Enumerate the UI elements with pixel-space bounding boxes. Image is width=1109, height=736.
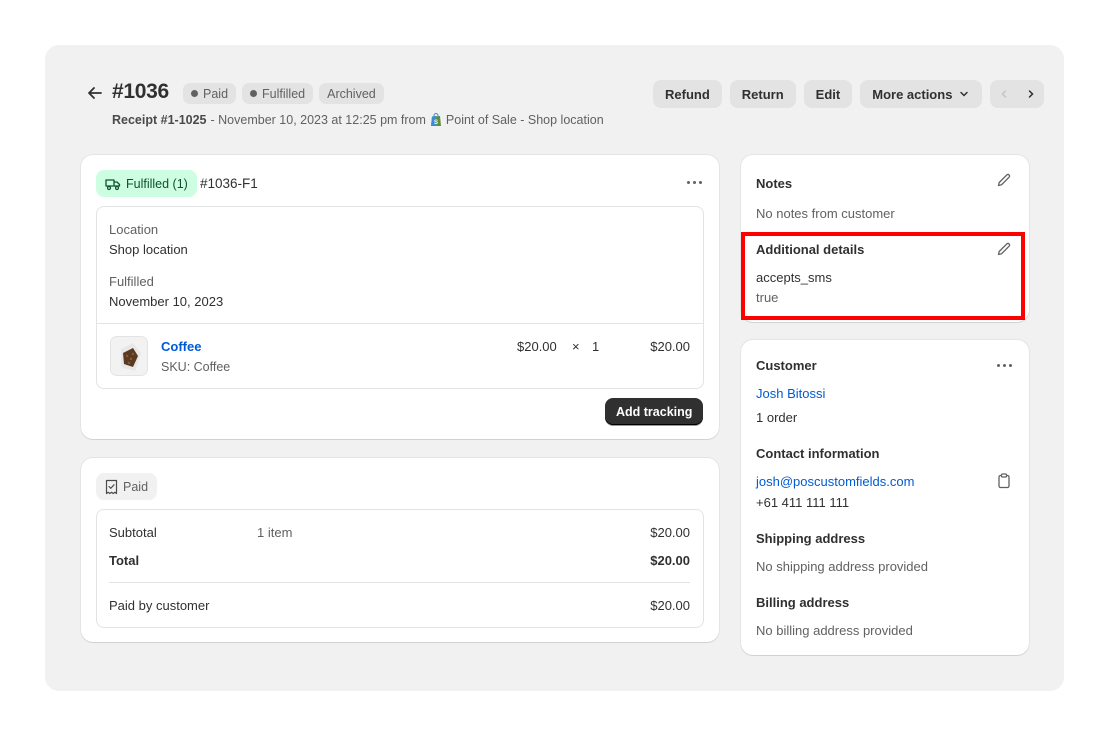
- paid-by-label: Paid by customer: [109, 598, 210, 613]
- subtotal-items: 1 item: [257, 525, 293, 540]
- dot-icon: [996, 363, 1000, 367]
- previous-order-button[interactable]: [990, 80, 1017, 108]
- quantity: 1: [592, 339, 600, 354]
- coffee-bag-image: [111, 337, 147, 375]
- line-total: $20.00: [650, 339, 690, 354]
- order-date: - November 10, 2023 at 12:25 pm from: [210, 113, 426, 127]
- shipping-value: No shipping address provided: [756, 559, 928, 574]
- billing-value: No billing address provided: [756, 623, 913, 638]
- status-badges: Paid Fulfilled Archived: [183, 83, 384, 104]
- pencil-icon: [997, 173, 1011, 187]
- shipping-title: Shipping address: [756, 531, 866, 546]
- refund-button[interactable]: Refund: [653, 80, 722, 108]
- location-value: Shop location: [109, 242, 188, 257]
- fulfillment-id: #1036-F1: [200, 176, 258, 191]
- divider: [97, 323, 703, 324]
- fulfillment-status-badge: Fulfilled: [242, 83, 314, 104]
- more-actions-label: More actions: [872, 86, 953, 102]
- notes-empty: No notes from customer: [756, 206, 895, 221]
- edit-button[interactable]: Edit: [803, 80, 853, 108]
- more-actions-button[interactable]: More actions: [860, 80, 983, 108]
- total-label: Total: [109, 553, 140, 568]
- customer-phone: +61 411 111 111: [756, 495, 850, 510]
- highlight-box: [741, 232, 1025, 320]
- total-value: $20.00: [650, 553, 690, 568]
- subtotal-value: $20.00: [650, 525, 690, 540]
- svg-text:S: S: [434, 120, 438, 126]
- badge-label: Archived: [327, 86, 376, 101]
- fulfilled-date: November 10, 2023: [109, 294, 224, 309]
- paid-status-label: Paid: [123, 479, 149, 494]
- edit-notes-button[interactable]: [995, 171, 1013, 189]
- receipt-check-icon: [105, 479, 118, 494]
- dot-icon: [698, 180, 702, 184]
- copy-email-button[interactable]: [995, 472, 1013, 490]
- dot-icon: [1008, 363, 1012, 367]
- paid-status-pill: Paid: [96, 473, 158, 500]
- sales-channel: Point of Sale - Shop location: [445, 113, 604, 127]
- location-label: Location: [109, 222, 159, 237]
- add-tracking-button[interactable]: Add tracking: [605, 398, 704, 425]
- times-symbol: ×: [572, 339, 580, 354]
- subtotal-label: Subtotal: [109, 525, 157, 540]
- customer-title: Customer: [756, 358, 817, 373]
- customer-more-button[interactable]: [994, 359, 1014, 371]
- shopify-bag-icon: S: [430, 113, 441, 126]
- chevron-down-icon: [960, 91, 969, 97]
- chevron-right-icon: [1028, 90, 1034, 98]
- fulfillment-more-button[interactable]: [684, 176, 704, 188]
- status-dot-icon: [250, 90, 258, 97]
- order-pager: [990, 80, 1045, 108]
- fulfilled-label: Fulfilled: [109, 274, 154, 289]
- fulfilled-status-label: Fulfilled (1): [126, 176, 188, 191]
- archived-badge: Archived: [319, 83, 384, 104]
- dot-icon: [686, 180, 690, 184]
- product-sku: SKU: Coffee: [161, 360, 231, 374]
- next-order-button[interactable]: [1017, 80, 1044, 108]
- badge-label: Fulfilled: [262, 86, 306, 101]
- header-actions: Refund Return Edit More actions: [653, 80, 1045, 108]
- arrow-left-icon: [88, 87, 102, 99]
- paid-by-value: $20.00: [650, 598, 690, 613]
- back-button[interactable]: [84, 82, 106, 104]
- billing-title: Billing address: [756, 595, 850, 610]
- clipboard-icon: [998, 473, 1010, 489]
- unit-price: $20.00: [517, 339, 557, 354]
- truck-icon: [105, 178, 121, 190]
- customer-email-link[interactable]: josh@poscustomfields.com: [756, 474, 914, 489]
- order-number: #1036: [112, 80, 169, 103]
- customer-name-link[interactable]: Josh Bitossi: [756, 386, 825, 401]
- notes-title: Notes: [756, 176, 793, 191]
- chevron-left-icon: [1001, 90, 1007, 98]
- divider: [109, 582, 690, 583]
- order-subline: Receipt #1-1025 - November 10, 2023 at 1…: [112, 113, 604, 127]
- customer-orders: 1 order: [756, 410, 798, 425]
- payment-status-badge: Paid: [183, 83, 237, 104]
- status-dot-icon: [191, 90, 198, 97]
- product-thumbnail[interactable]: [110, 336, 148, 376]
- fulfilled-status-pill: Fulfilled (1): [96, 170, 197, 197]
- product-name-link[interactable]: Coffee: [161, 339, 201, 354]
- dot-icon: [692, 180, 696, 184]
- receipt-number: Receipt #1-1025: [112, 113, 207, 127]
- badge-label: Paid: [203, 86, 229, 101]
- return-button[interactable]: Return: [729, 80, 796, 108]
- dot-icon: [1002, 363, 1006, 367]
- contact-title: Contact information: [756, 446, 880, 461]
